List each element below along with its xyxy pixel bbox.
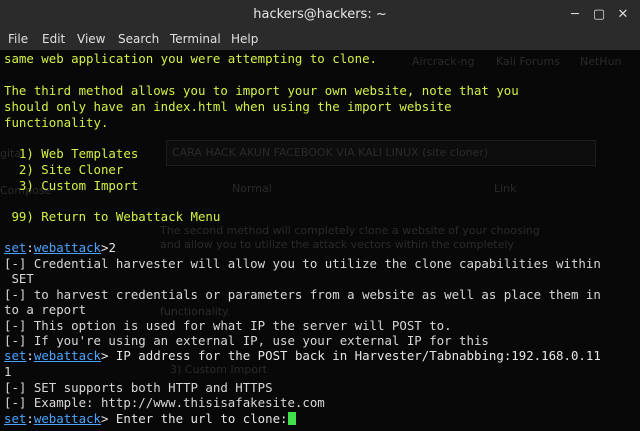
prompt-line: set:webattack> IP address for the POST b…: [4, 348, 601, 363]
log-line: SET: [4, 271, 34, 286]
log-line: [-] If you're using an external IP, use …: [4, 333, 489, 348]
terminal-line: should only have an index.html when usin…: [4, 99, 452, 114]
terminal-area[interactable]: Aircrack-ng Kali Forums NetHun gita CARA…: [0, 50, 640, 431]
menu-help[interactable]: Help: [231, 32, 258, 46]
ghost-body-line: and allow you to utilize the attack vect…: [160, 238, 515, 251]
terminal-line: same web application you were attempting…: [4, 51, 377, 66]
menu-edit[interactable]: Edit: [42, 32, 65, 46]
menu-terminal[interactable]: Terminal: [170, 32, 221, 46]
ghost-bookmark: NetHun: [580, 55, 622, 68]
close-icon[interactable]: ✕: [614, 6, 632, 24]
ghost-body-line: functionality.: [160, 305, 231, 318]
log-line: [-] Example: http://www.thisisafakesite.…: [4, 395, 325, 410]
log-line: [-] to harvest credentials or parameters…: [4, 287, 601, 302]
text-cursor: [287, 412, 296, 425]
menu-option: 2) Site Cloner: [4, 162, 124, 177]
menu-option: 1) Web Templates: [4, 146, 139, 161]
menu-view[interactable]: View: [77, 32, 105, 46]
prompt-module: webattack: [33, 348, 101, 363]
menu-file[interactable]: File: [8, 32, 28, 46]
log-line: [-] This option is used for what IP the …: [4, 318, 452, 333]
menu-option: 99) Return to Webattack Menu: [4, 209, 221, 224]
prompt-line: set:webattack>2: [4, 240, 116, 255]
command-text: > IP address for the POST back in Harves…: [101, 348, 601, 363]
log-line: 1: [4, 364, 12, 379]
prompt-line[interactable]: set:webattack> Enter the url to clone:: [4, 411, 296, 427]
log-line: [-] SET supports both HTTP and HTTPS: [4, 380, 273, 395]
prompt-module: webattack: [33, 411, 101, 426]
prompt-set: set: [4, 240, 27, 255]
prompt-module: webattack: [33, 240, 101, 255]
menu-bar: File Edit View Search Terminal Help: [0, 30, 640, 50]
menu-search[interactable]: Search: [118, 32, 159, 46]
prompt-set: set: [4, 411, 27, 426]
ghost-bookmark: Kali Forums: [496, 55, 560, 68]
terminal-line: functionality.: [4, 115, 109, 130]
log-line: [-] Credential harvester will allow you …: [4, 256, 601, 271]
ghost-post-title: CARA HACK AKUN FACEBOOK VIA KALI LINUX (…: [172, 146, 489, 159]
menu-option: 3) Custom Import: [4, 178, 139, 193]
window-title: hackers@hackers: ~: [253, 7, 387, 22]
title-bar: hackers@hackers: ~ ─ ▢ ✕: [0, 0, 640, 30]
ghost-bookmark: Aircrack-ng: [412, 55, 475, 68]
ghost-body-line: 3) Custom Import: [170, 363, 267, 376]
minimize-icon[interactable]: ─: [566, 6, 584, 24]
ghost-link: Link: [494, 182, 517, 195]
prompt-set: set: [4, 348, 27, 363]
terminal-line: The third method allows you to import yo…: [4, 83, 519, 98]
log-line: to a report: [4, 302, 87, 317]
ghost-body-line: The second method will completely clone …: [160, 224, 540, 237]
command-text: > Enter the url to clone:: [101, 411, 288, 426]
ghost-font-select: Normal: [232, 182, 272, 195]
maximize-icon[interactable]: ▢: [590, 6, 608, 24]
command-text: >2: [101, 240, 116, 255]
